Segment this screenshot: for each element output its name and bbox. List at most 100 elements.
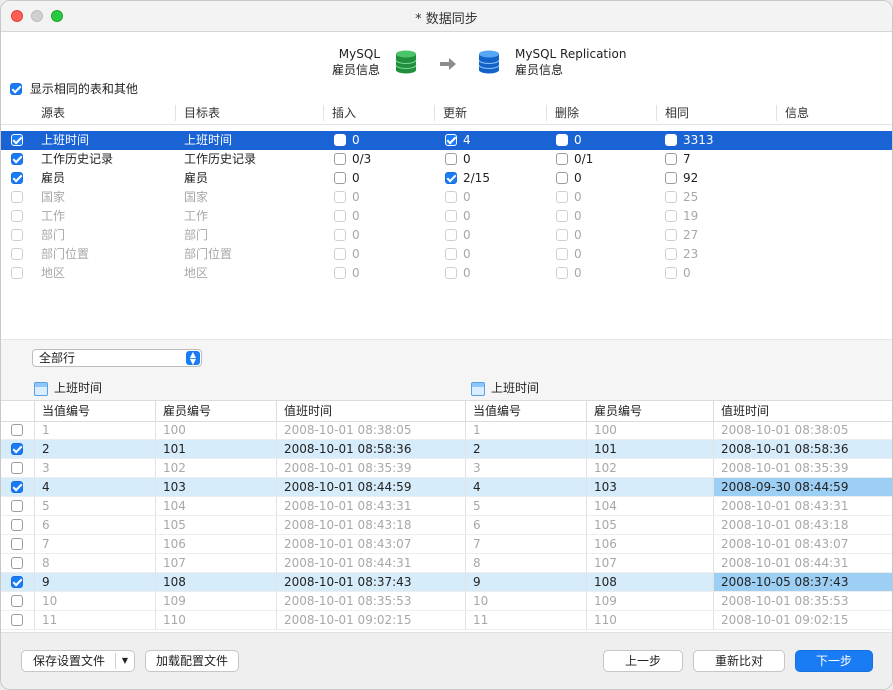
recompare-button[interactable]: 重新比对 <box>693 650 785 672</box>
sync-table-checkbox[interactable] <box>11 152 23 165</box>
insert-checkbox[interactable] <box>334 133 346 146</box>
column-header-left-employee-id[interactable]: 雇员编号 <box>155 401 276 421</box>
record-row[interactable]: 6 105 2008-10-01 08:43:18 6 105 2008-10-01 08… <box>1 516 892 535</box>
record-row[interactable]: 2 101 2008-10-01 08:58:36 2 101 2008-10-01 08… <box>1 440 892 459</box>
record-row[interactable]: 7 106 2008-10-01 08:43:07 7 106 2008-10-01 08… <box>1 535 892 554</box>
update-checkbox[interactable] <box>445 133 457 146</box>
chevron-updown-icon: ▲ ▼ <box>186 351 200 366</box>
column-header-target-table[interactable]: 目标表 <box>175 105 220 121</box>
left-duty-id: 4 <box>34 478 155 496</box>
record-sync-checkbox[interactable] <box>11 575 23 588</box>
same-checkbox[interactable] <box>665 247 677 260</box>
record-sync-checkbox[interactable] <box>11 461 23 474</box>
sync-table-checkbox[interactable] <box>11 228 23 241</box>
table-row[interactable]: 部门位置 部门位置 0 0 0 23 <box>1 245 892 264</box>
update-checkbox[interactable] <box>445 247 457 260</box>
record-sync-checkbox[interactable] <box>11 556 23 569</box>
table-row[interactable]: 国家 国家 0 0 0 25 <box>1 188 892 207</box>
record-row[interactable]: 10 109 2008-10-01 08:35:53 10 109 2008-10-01 … <box>1 592 892 611</box>
record-sync-checkbox[interactable] <box>11 537 23 550</box>
same-checkbox[interactable] <box>665 133 677 146</box>
record-row[interactable]: 11 110 2008-10-01 09:02:15 11 110 2008-10-01 … <box>1 611 892 630</box>
show-same-tables-option[interactable]: 显示相同的表和其他 <box>10 80 138 96</box>
insert-checkbox[interactable] <box>334 152 346 165</box>
right-duty-id: 11 <box>465 611 586 629</box>
previous-button[interactable]: 上一步 <box>603 650 683 672</box>
column-header-left-duty-time[interactable]: 值班时间 <box>276 401 465 421</box>
left-employee-id: 107 <box>155 554 276 572</box>
column-header-info[interactable]: 信息 <box>776 105 809 121</box>
table-row[interactable]: 上班时间 上班时间 0 4 0 3313 <box>1 131 892 150</box>
right-duty-time: 2008-10-05 08:37:43 <box>713 573 892 591</box>
update-checkbox[interactable] <box>445 171 457 184</box>
insert-checkbox[interactable] <box>334 171 346 184</box>
insert-checkbox[interactable] <box>334 228 346 241</box>
update-checkbox[interactable] <box>445 266 457 279</box>
table-row[interactable]: 地区 地区 0 0 0 0 <box>1 264 892 283</box>
same-checkbox[interactable] <box>665 190 677 203</box>
next-button[interactable]: 下一步 <box>795 650 873 672</box>
insert-checkbox[interactable] <box>334 190 346 203</box>
sync-table-checkbox[interactable] <box>11 266 23 279</box>
sync-table-checkbox[interactable] <box>11 133 23 146</box>
insert-checkbox[interactable] <box>334 266 346 279</box>
delete-checkbox[interactable] <box>556 209 568 222</box>
record-sync-checkbox[interactable] <box>11 594 23 607</box>
record-row[interactable]: 1 100 2008-10-01 08:38:05 1 100 2008-10-01 08… <box>1 421 892 440</box>
delete-checkbox[interactable] <box>556 247 568 260</box>
row-filter-select[interactable]: 全部行 ▲ ▼ <box>32 349 202 367</box>
record-sync-checkbox[interactable] <box>11 613 23 626</box>
same-checkbox[interactable] <box>665 228 677 241</box>
update-checkbox[interactable] <box>445 209 457 222</box>
record-row[interactable]: 8 107 2008-10-01 08:44:31 8 107 2008-10-01 08… <box>1 554 892 573</box>
update-checkbox[interactable] <box>445 190 457 203</box>
insert-checkbox[interactable] <box>334 247 346 260</box>
record-sync-checkbox[interactable] <box>11 518 23 531</box>
delete-checkbox[interactable] <box>556 190 568 203</box>
column-header-right-duty-id[interactable]: 当值编号 <box>465 401 586 421</box>
column-header-update[interactable]: 更新 <box>434 105 467 121</box>
right-duty-id: 4 <box>465 478 586 496</box>
table-row[interactable]: 部门 部门 0 0 0 27 <box>1 226 892 245</box>
record-sync-checkbox[interactable] <box>11 480 23 493</box>
update-checkbox[interactable] <box>445 228 457 241</box>
delete-checkbox[interactable] <box>556 171 568 184</box>
table-row[interactable]: 雇员 雇员 0 2/15 0 92 <box>1 169 892 188</box>
record-row[interactable]: 4 103 2008-10-01 08:44:59 4 103 2008-09-30 08… <box>1 478 892 497</box>
same-checkbox[interactable] <box>665 152 677 165</box>
column-header-insert[interactable]: 插入 <box>323 105 356 121</box>
record-row[interactable]: 9 108 2008-10-01 08:37:43 9 108 2008-10-05 08… <box>1 573 892 592</box>
record-row[interactable]: 5 104 2008-10-01 08:43:31 5 104 2008-10-01 08… <box>1 497 892 516</box>
sync-table-checkbox[interactable] <box>11 247 23 260</box>
chevron-down-icon[interactable]: ▼ <box>115 653 134 669</box>
sync-table-checkbox[interactable] <box>11 171 23 184</box>
insert-checkbox[interactable] <box>334 209 346 222</box>
save-settings-button[interactable]: 保存设置文件 ▼ <box>21 650 135 672</box>
load-settings-button[interactable]: 加载配置文件 <box>145 650 239 672</box>
column-header-right-duty-time[interactable]: 值班时间 <box>713 401 892 421</box>
show-same-tables-checkbox[interactable] <box>10 82 22 95</box>
right-duty-time: 2008-10-01 08:35:39 <box>713 459 892 477</box>
delete-checkbox[interactable] <box>556 133 568 146</box>
same-count: 19 <box>683 209 699 223</box>
record-sync-checkbox[interactable] <box>11 442 23 455</box>
column-header-source-table[interactable]: 源表 <box>33 105 65 121</box>
column-header-same[interactable]: 相同 <box>656 105 689 121</box>
same-checkbox[interactable] <box>665 171 677 184</box>
column-header-delete[interactable]: 删除 <box>546 105 579 121</box>
column-header-right-employee-id[interactable]: 雇员编号 <box>586 401 713 421</box>
same-checkbox[interactable] <box>665 266 677 279</box>
column-header-left-duty-id[interactable]: 当值编号 <box>34 401 155 421</box>
record-sync-checkbox[interactable] <box>11 499 23 512</box>
sync-table-checkbox[interactable] <box>11 209 23 222</box>
delete-checkbox[interactable] <box>556 152 568 165</box>
table-row[interactable]: 工作 工作 0 0 0 19 <box>1 207 892 226</box>
table-row[interactable]: 工作历史记录 工作历史记录 0/3 0 0/1 7 <box>1 150 892 169</box>
same-checkbox[interactable] <box>665 209 677 222</box>
record-row[interactable]: 3 102 2008-10-01 08:35:39 3 102 2008-10-01 08… <box>1 459 892 478</box>
delete-checkbox[interactable] <box>556 228 568 241</box>
delete-checkbox[interactable] <box>556 266 568 279</box>
record-sync-checkbox[interactable] <box>11 423 23 436</box>
update-checkbox[interactable] <box>445 152 457 165</box>
sync-table-checkbox[interactable] <box>11 190 23 203</box>
